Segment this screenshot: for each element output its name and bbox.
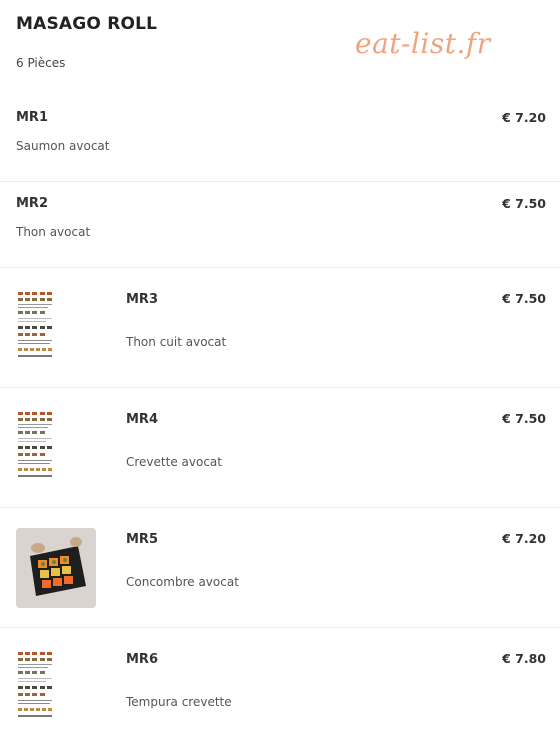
- item-description: Thon cuit avocat: [126, 335, 227, 349]
- item-thumbnail[interactable]: [16, 408, 96, 488]
- item-code: MR1: [16, 110, 48, 125]
- section-subtitle: 6 Pièces: [16, 56, 66, 70]
- watermark-logo: eat-list.fr: [355, 27, 491, 60]
- item-description: Crevette avocat: [126, 455, 222, 469]
- menu-item[interactable]: MR2 Thon avocat € 7.50: [0, 182, 560, 268]
- menu-item[interactable]: MR4 Crevette avocat € 7.50: [0, 388, 560, 508]
- item-description: Saumon avocat: [16, 139, 110, 153]
- item-code: MR4: [126, 412, 158, 427]
- section-header: MASAGO ROLL 6 Pièces: [16, 14, 157, 70]
- item-code: MR3: [126, 292, 158, 307]
- item-price: € 7.50: [502, 196, 546, 211]
- item-thumbnail[interactable]: [16, 648, 96, 728]
- item-code: MR2: [16, 196, 48, 211]
- item-thumbnail[interactable]: [16, 528, 96, 608]
- menu-item[interactable]: MR3 Thon cuit avocat € 7.50: [0, 268, 560, 388]
- menu-sheet-image: [18, 412, 52, 477]
- item-price: € 7.20: [502, 531, 546, 546]
- section-title: MASAGO ROLL: [16, 14, 158, 34]
- menu-sheet-image: [18, 292, 52, 357]
- menu-item[interactable]: MR5 Concombre avocat € 7.20: [0, 508, 560, 628]
- menu-item[interactable]: MR1 Saumon avocat € 7.20: [0, 96, 560, 182]
- item-code: MR5: [126, 532, 158, 547]
- item-thumbnail[interactable]: [16, 288, 96, 368]
- menu-item-list: MR1 Saumon avocat € 7.20 MR2 Thon avocat…: [0, 96, 560, 748]
- item-description: Thon avocat: [16, 225, 91, 239]
- item-price: € 7.50: [502, 411, 546, 426]
- item-description: Concombre avocat: [126, 575, 239, 589]
- item-price: € 7.50: [502, 291, 546, 306]
- item-price: € 7.80: [502, 651, 546, 666]
- menu-item[interactable]: MR6 Tempura crevette € 7.80: [0, 628, 560, 748]
- item-description: Tempura crevette: [126, 695, 232, 709]
- menu-sheet-image: [18, 652, 52, 717]
- item-code: MR6: [126, 652, 158, 667]
- item-price: € 7.20: [502, 110, 546, 125]
- sushi-tray-photo: [16, 528, 96, 608]
